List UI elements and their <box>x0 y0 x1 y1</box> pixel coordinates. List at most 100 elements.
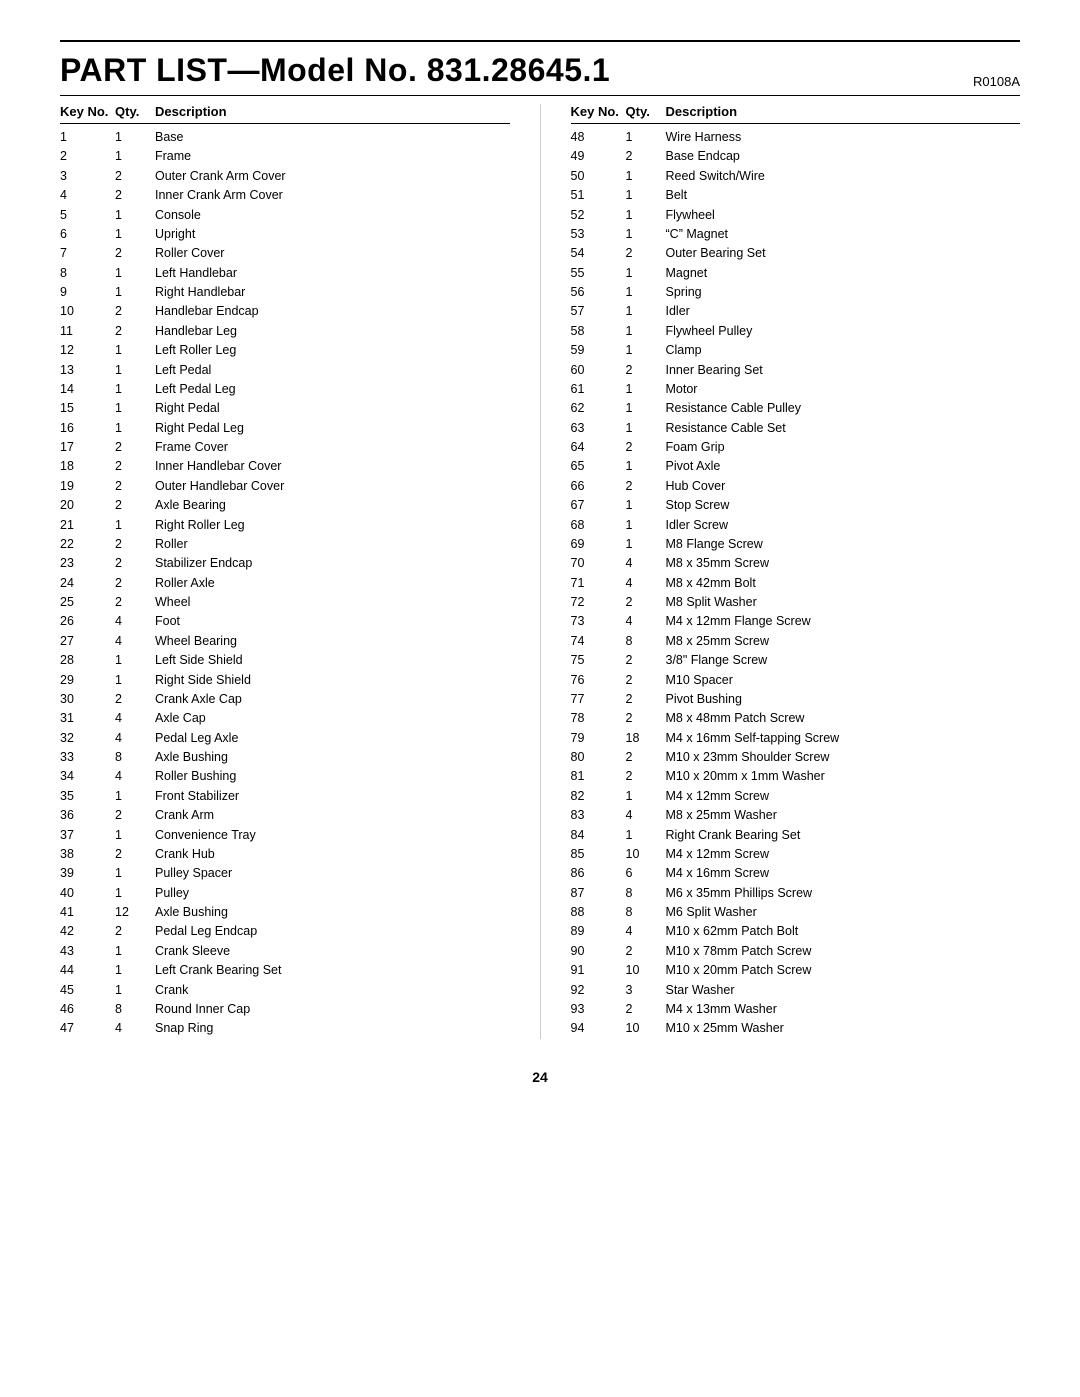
table-row: 56 1 Spring <box>571 283 1021 302</box>
table-row: 64 2 Foam Grip <box>571 438 1021 457</box>
part-qty: 2 <box>115 845 155 864</box>
part-key-no: 70 <box>571 554 626 573</box>
part-qty: 1 <box>115 206 155 225</box>
part-desc: Crank Axle Cap <box>155 690 510 709</box>
right-desc-header: Description <box>666 104 1021 119</box>
part-key-no: 11 <box>60 322 115 341</box>
part-desc: Pulley Spacer <box>155 864 510 883</box>
part-qty: 1 <box>115 225 155 244</box>
part-desc: Axle Bushing <box>155 748 510 767</box>
part-desc: Left Pedal Leg <box>155 380 510 399</box>
part-key-no: 16 <box>60 419 115 438</box>
part-desc: M10 Spacer <box>666 671 1021 690</box>
part-key-no: 89 <box>571 922 626 941</box>
table-row: 50 1 Reed Switch/Wire <box>571 167 1021 186</box>
part-desc: Pivot Axle <box>666 457 1021 476</box>
part-key-no: 23 <box>60 554 115 573</box>
part-desc: M10 x 23mm Shoulder Screw <box>666 748 1021 767</box>
part-qty: 4 <box>115 632 155 651</box>
table-row: 37 1 Convenience Tray <box>60 826 510 845</box>
part-qty: 1 <box>115 128 155 147</box>
part-desc: Front Stabilizer <box>155 787 510 806</box>
part-desc: Roller <box>155 535 510 554</box>
table-row: 54 2 Outer Bearing Set <box>571 244 1021 263</box>
table-row: 71 4 M8 x 42mm Bolt <box>571 574 1021 593</box>
part-qty: 10 <box>626 961 666 980</box>
part-key-no: 91 <box>571 961 626 980</box>
table-row: 43 1 Crank Sleeve <box>60 942 510 961</box>
part-key-no: 42 <box>60 922 115 941</box>
part-key-no: 25 <box>60 593 115 612</box>
part-desc: Star Washer <box>666 981 1021 1000</box>
part-desc: Crank Sleeve <box>155 942 510 961</box>
part-qty: 2 <box>115 457 155 476</box>
part-key-no: 36 <box>60 806 115 825</box>
table-row: 19 2 Outer Handlebar Cover <box>60 477 510 496</box>
part-qty: 2 <box>115 186 155 205</box>
table-row: 31 4 Axle Cap <box>60 709 510 728</box>
part-key-no: 27 <box>60 632 115 651</box>
part-key-no: 9 <box>60 283 115 302</box>
page-header: PART LIST—Model No. 831.28645.1 R0108A <box>60 40 1020 89</box>
part-qty: 4 <box>115 612 155 631</box>
part-qty: 1 <box>626 283 666 302</box>
part-key-no: 54 <box>571 244 626 263</box>
part-qty: 8 <box>626 632 666 651</box>
part-desc: Snap Ring <box>155 1019 510 1038</box>
part-qty: 10 <box>626 845 666 864</box>
part-qty: 4 <box>115 729 155 748</box>
part-desc: Magnet <box>666 264 1021 283</box>
part-desc: Axle Cap <box>155 709 510 728</box>
part-desc: Wheel <box>155 593 510 612</box>
page-title: PART LIST—Model No. 831.28645.1 <box>60 52 610 89</box>
part-key-no: 6 <box>60 225 115 244</box>
part-key-no: 2 <box>60 147 115 166</box>
part-desc: Flywheel <box>666 206 1021 225</box>
part-qty: 1 <box>626 399 666 418</box>
part-qty: 4 <box>115 709 155 728</box>
part-qty: 1 <box>626 496 666 515</box>
part-qty: 1 <box>115 283 155 302</box>
part-qty: 2 <box>115 922 155 941</box>
part-qty: 1 <box>115 341 155 360</box>
table-row: 41 12 Axle Bushing <box>60 903 510 922</box>
part-qty: 1 <box>115 516 155 535</box>
table-row: 15 1 Right Pedal <box>60 399 510 418</box>
table-row: 58 1 Flywheel Pulley <box>571 322 1021 341</box>
part-qty: 2 <box>115 690 155 709</box>
part-desc: Outer Crank Arm Cover <box>155 167 510 186</box>
table-row: 81 2 M10 x 20mm x 1mm Washer <box>571 767 1021 786</box>
part-desc: Right Side Shield <box>155 671 510 690</box>
part-desc: Clamp <box>666 341 1021 360</box>
part-qty: 4 <box>626 806 666 825</box>
part-qty: 2 <box>115 496 155 515</box>
part-desc: Inner Bearing Set <box>666 361 1021 380</box>
part-key-no: 69 <box>571 535 626 554</box>
part-qty: 1 <box>626 128 666 147</box>
part-key-no: 7 <box>60 244 115 263</box>
part-key-no: 62 <box>571 399 626 418</box>
part-qty: 1 <box>115 419 155 438</box>
part-qty: 1 <box>626 787 666 806</box>
part-desc: Left Side Shield <box>155 651 510 670</box>
table-row: 23 2 Stabilizer Endcap <box>60 554 510 573</box>
part-qty: 1 <box>115 864 155 883</box>
part-key-no: 88 <box>571 903 626 922</box>
part-qty: 2 <box>115 593 155 612</box>
part-qty: 4 <box>626 574 666 593</box>
part-qty: 1 <box>626 341 666 360</box>
part-qty: 2 <box>115 322 155 341</box>
part-key-no: 3 <box>60 167 115 186</box>
part-key-no: 76 <box>571 671 626 690</box>
part-desc: Left Roller Leg <box>155 341 510 360</box>
part-qty: 1 <box>626 516 666 535</box>
part-desc: M10 x 78mm Patch Screw <box>666 942 1021 961</box>
page-number: 24 <box>532 1069 548 1085</box>
part-key-no: 28 <box>60 651 115 670</box>
table-row: 40 1 Pulley <box>60 884 510 903</box>
table-row: 27 4 Wheel Bearing <box>60 632 510 651</box>
table-row: 38 2 Crank Hub <box>60 845 510 864</box>
part-qty: 2 <box>626 593 666 612</box>
part-key-no: 43 <box>60 942 115 961</box>
part-qty: 8 <box>115 1000 155 1019</box>
